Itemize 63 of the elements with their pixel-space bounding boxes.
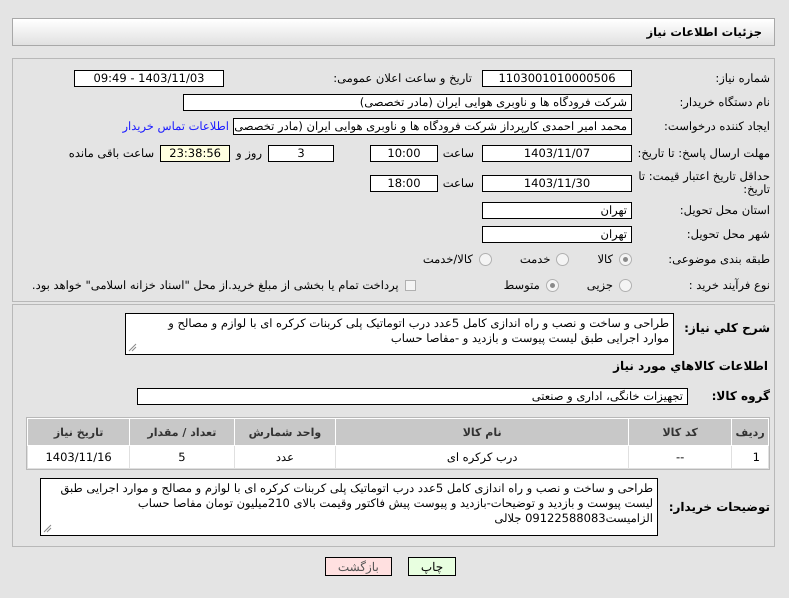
buyer-notes-field[interactable]: طراحی و ساخت و نصب و راه اندازی کامل 5عدد درب اتوماتیک پلی کربنات کرکره ای با لوازم و مصالح و موارد اجرایی طبق لیست پیوست و بازدید و توضیحات-بازدید و پیوست پیش فاکتور وقیمت بالای 210میلیون تومان مفاصا حساب الزامیست09122588083 جلالی [40, 478, 658, 536]
date-field: 1403/11/07 [482, 144, 632, 162]
radio-button[interactable] [478, 252, 492, 266]
section-heading: اطلاعات کالاهاي مورد نیاز [613, 359, 769, 373]
field-label: شماره نیاز: [714, 72, 771, 84]
column-header: کد کالا [628, 418, 732, 446]
resize-grip-icon[interactable] [43, 524, 52, 533]
back-button[interactable]: بازگشت [324, 557, 392, 576]
remaining-time-field: 23:38:56 [160, 144, 230, 162]
column-header: ردیف [732, 418, 768, 446]
field-label: حداقل تاریخ اعتبار قیمت: تا تاریخ: [637, 170, 771, 196]
radio-label: جزیی [586, 278, 613, 292]
radio-label: کالا/خدمت [422, 252, 473, 266]
days-field: 3 [268, 144, 334, 162]
field-label: توضیحات خریدار: [668, 500, 770, 514]
time-field: 10:00 [370, 144, 438, 162]
date-field: 1403/11/30 [482, 174, 632, 192]
table-cell: -- [628, 446, 732, 468]
city-field: تهران [482, 226, 632, 242]
radio-label: خدمت [520, 252, 550, 266]
field-label: تاریخ و ساعت اعلان عمومی: [332, 71, 473, 85]
field-label: ایجاد کننده درخواست: [663, 120, 771, 132]
field-label: ساعت [442, 146, 475, 160]
column-header: تاریخ نیاز [28, 418, 130, 446]
field-label: شهر محل تحویل: [686, 228, 771, 240]
radio-button[interactable] [619, 278, 632, 292]
field-label: طبقه بندی موضوعی: [667, 252, 771, 266]
field-label: مهلت ارسال پاسخ: تا تاریخ: [636, 146, 771, 160]
table-cell: 5 [130, 446, 234, 468]
description-field[interactable]: طراحی و ساخت و نصب و راه اندازی کامل 5عدد درب اتوماتیک پلی کربنات کرکره ای با لوازم و مصالح و موارد اجرایی طبق لیست پیوست و بازدید و -مفاصا حساب [125, 313, 674, 355]
table-cell: عدد [234, 446, 336, 468]
table-cell: 1 [732, 446, 768, 468]
resize-grip-icon[interactable] [128, 343, 137, 352]
print-button[interactable]: چاپ [408, 557, 456, 576]
field-label: روز و [234, 146, 263, 160]
radio-button[interactable] [556, 252, 570, 266]
radio-button[interactable] [546, 278, 559, 292]
table-cell: درب کرکره ای [336, 446, 629, 468]
radio-label: کالا [597, 252, 613, 266]
announce-date-field: 1403/11/03 - 09:49 [74, 70, 224, 86]
field-label: استان محل تحویل: [678, 204, 771, 216]
field-label: ساعت باقی مانده [68, 146, 156, 160]
field-label: نام دستگاه خریدار: [678, 96, 771, 108]
column-header: واحد شمارش [234, 418, 336, 446]
radio-button[interactable] [619, 252, 632, 266]
buyer-contact-link[interactable]: اطلاعات تماس خریدار [122, 119, 229, 133]
table-cell: 1403/11/16 [28, 446, 130, 468]
field-label: شرح کلي نیاز: [683, 320, 770, 335]
need-number-field: 1103001010000506 [482, 70, 632, 86]
province-field: تهران [482, 202, 632, 218]
field-label: نوع فرآیند خرید : [688, 278, 771, 292]
checkbox[interactable] [404, 280, 416, 290]
column-header: نام کالا [336, 418, 629, 446]
buyer-org-field: شرکت فرودگاه ها و ناوبری هوایی ایران (مادر تخصصی) [183, 94, 632, 110]
checkbox-label: پرداخت تمام یا بخشی از مبلغ خرید.از محل "اسناد خزانه اسلامی" خواهد بود. [32, 278, 399, 292]
column-header: تعداد / مقدار [130, 418, 234, 446]
time-field: 18:00 [370, 174, 438, 192]
field-label: ساعت [442, 176, 475, 190]
requester-field: محمد امیر احمدی کارپرداز شرکت فرودگاه ها و ناوبری هوایی ایران (مادر تخصصی [233, 118, 632, 134]
field-label: گروه کالا: [710, 389, 770, 403]
radio-label: متوسط [504, 278, 540, 292]
goods-group-field: تجهیزات خانگی، اداری و صنعتی [137, 388, 688, 404]
page-title: جزئیات اطلاعات نیاز [12, 18, 775, 46]
